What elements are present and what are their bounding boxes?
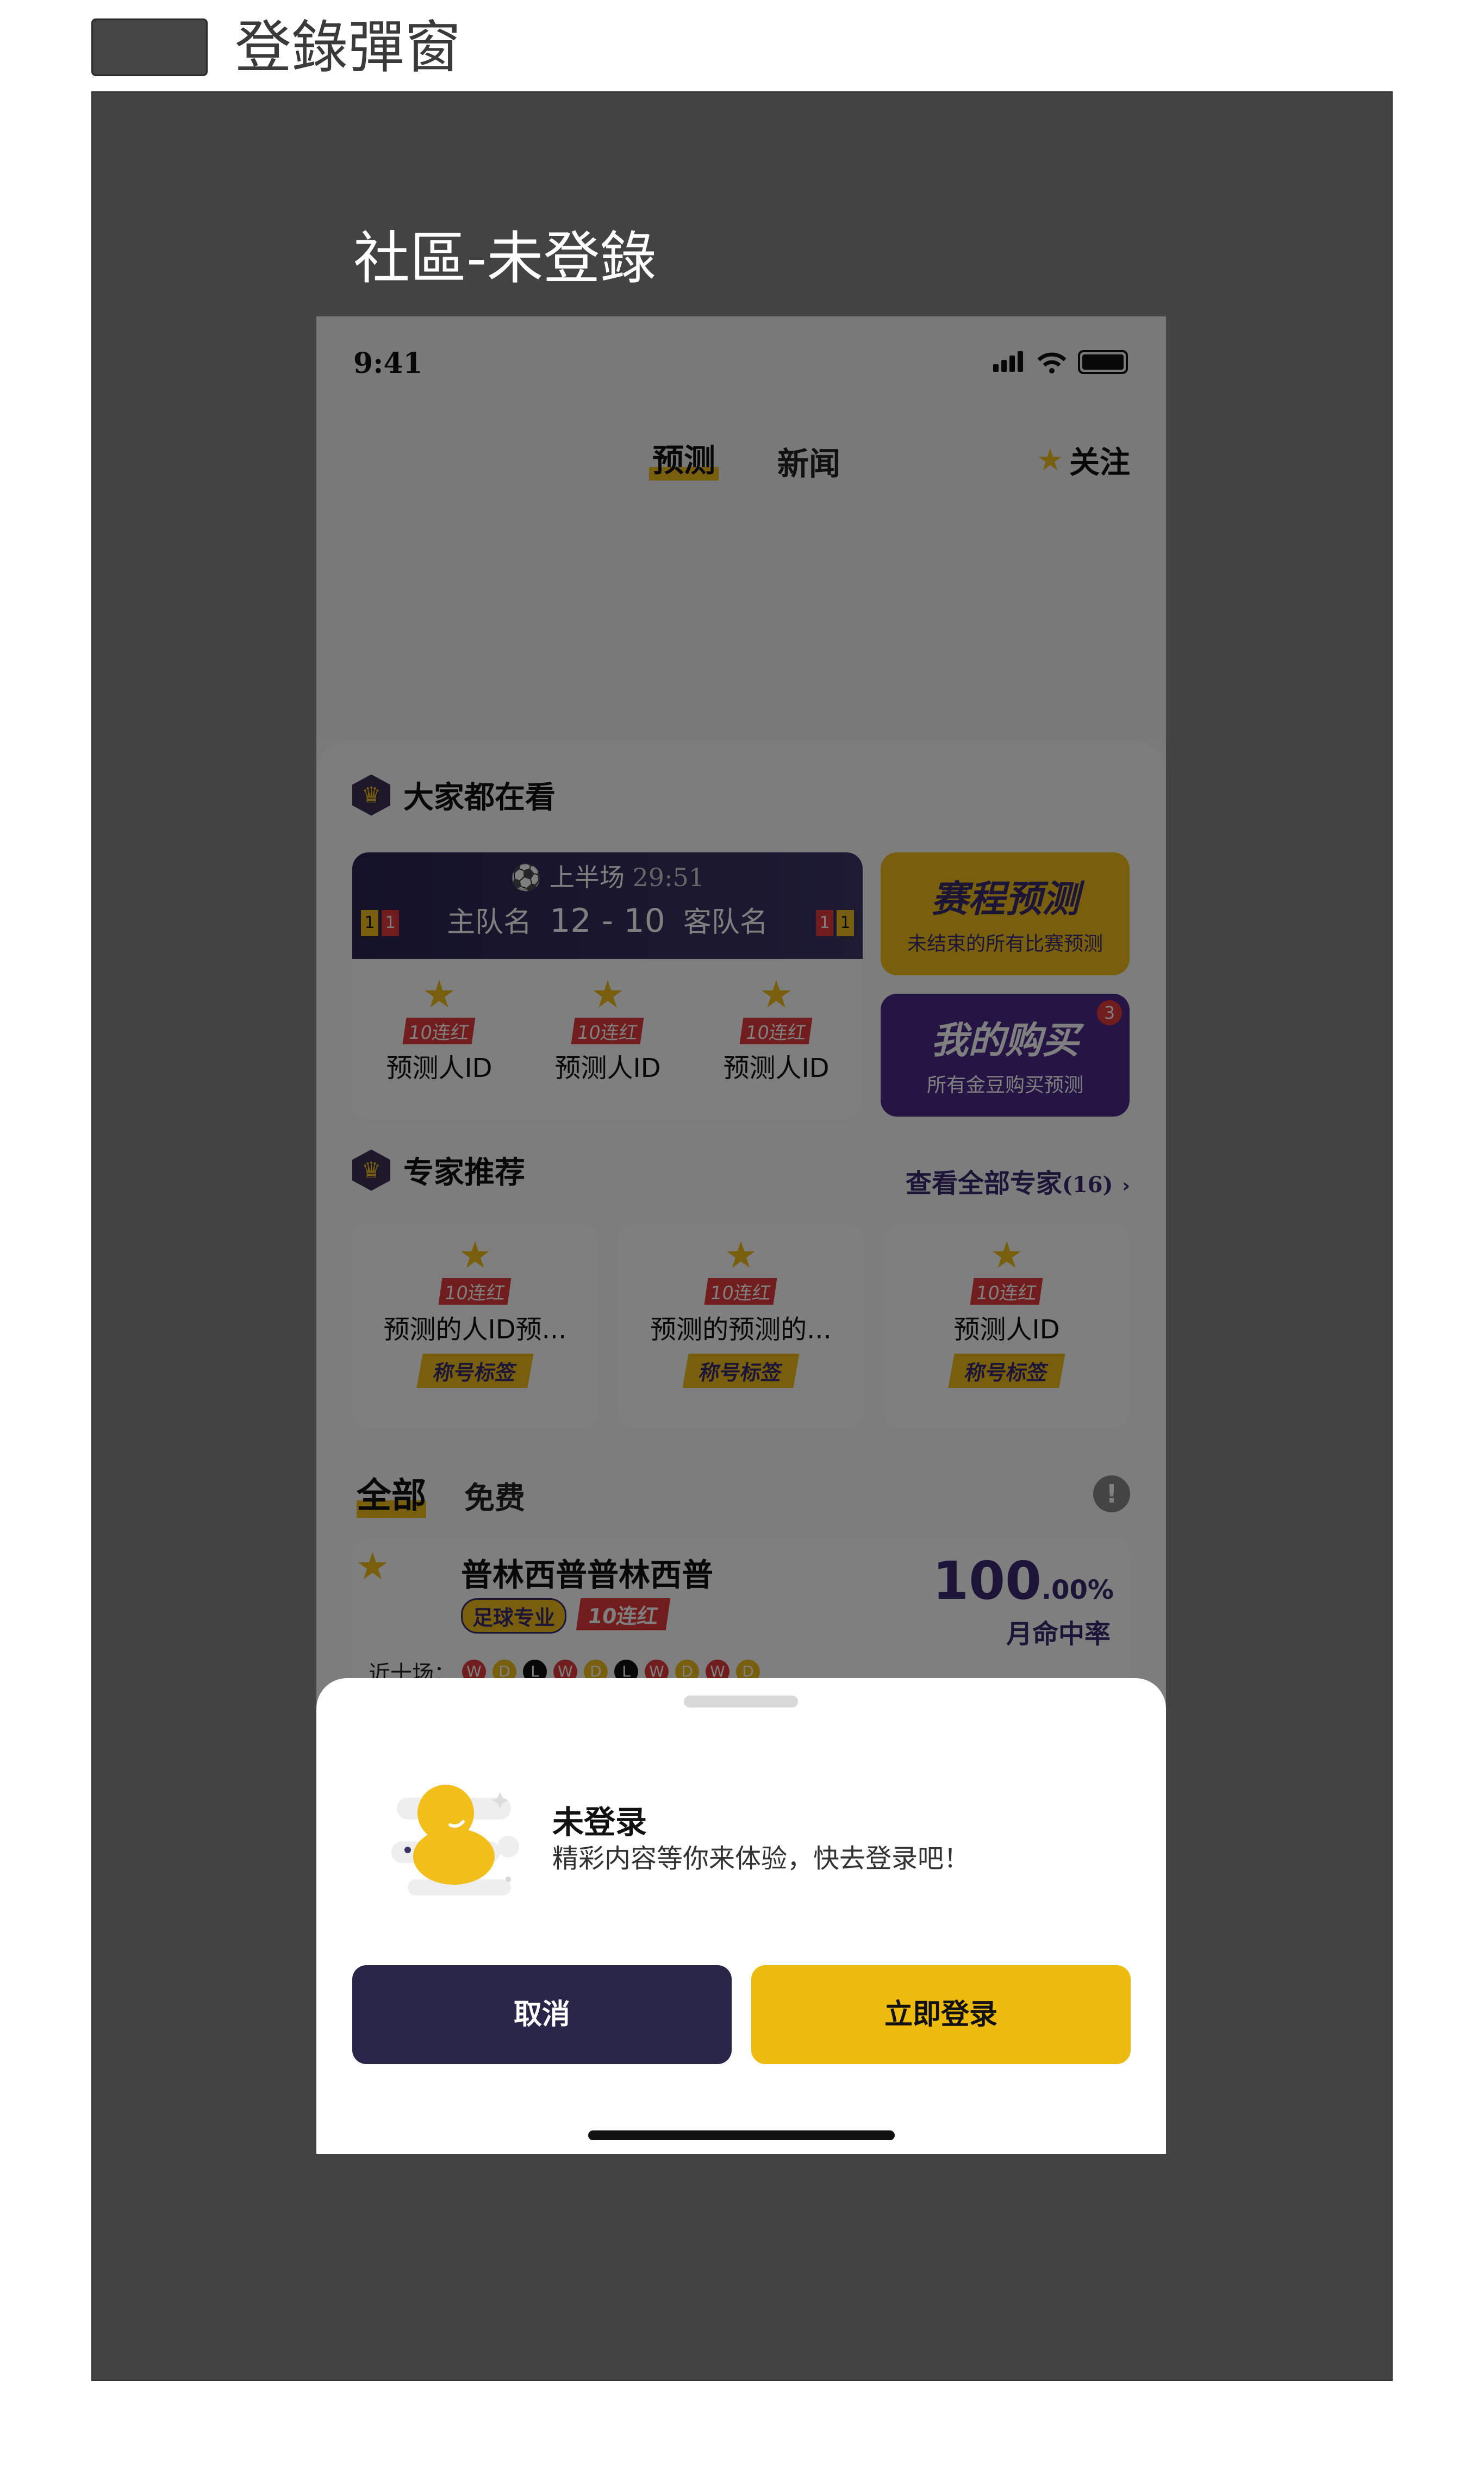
- frame-color-swatch: [91, 18, 208, 76]
- login-button[interactable]: 立即登录: [751, 1965, 1131, 2064]
- home-indicator: [588, 2130, 895, 2140]
- mascot-illustration-icon: [391, 1785, 519, 1896]
- sheet-grab-handle[interactable]: [684, 1696, 798, 1708]
- sheet-subtitle: 精彩内容等你来体验，快去登录吧！: [552, 1843, 970, 1874]
- frame-title: 社區-未登錄: [353, 225, 657, 291]
- page-title: 登錄彈窗: [235, 14, 462, 80]
- sheet-title: 未登录: [552, 1804, 647, 1841]
- login-bottom-sheet: 未登录 精彩内容等你来体验，快去登录吧！ 取消 立即登录: [316, 1678, 1166, 2154]
- phone-screen: 9:41 预测 新闻 ★关注 ♛ 大家都在看 ⚽ 上半场 29:51 11 主队…: [316, 316, 1166, 2154]
- cancel-button[interactable]: 取消: [352, 1965, 732, 2064]
